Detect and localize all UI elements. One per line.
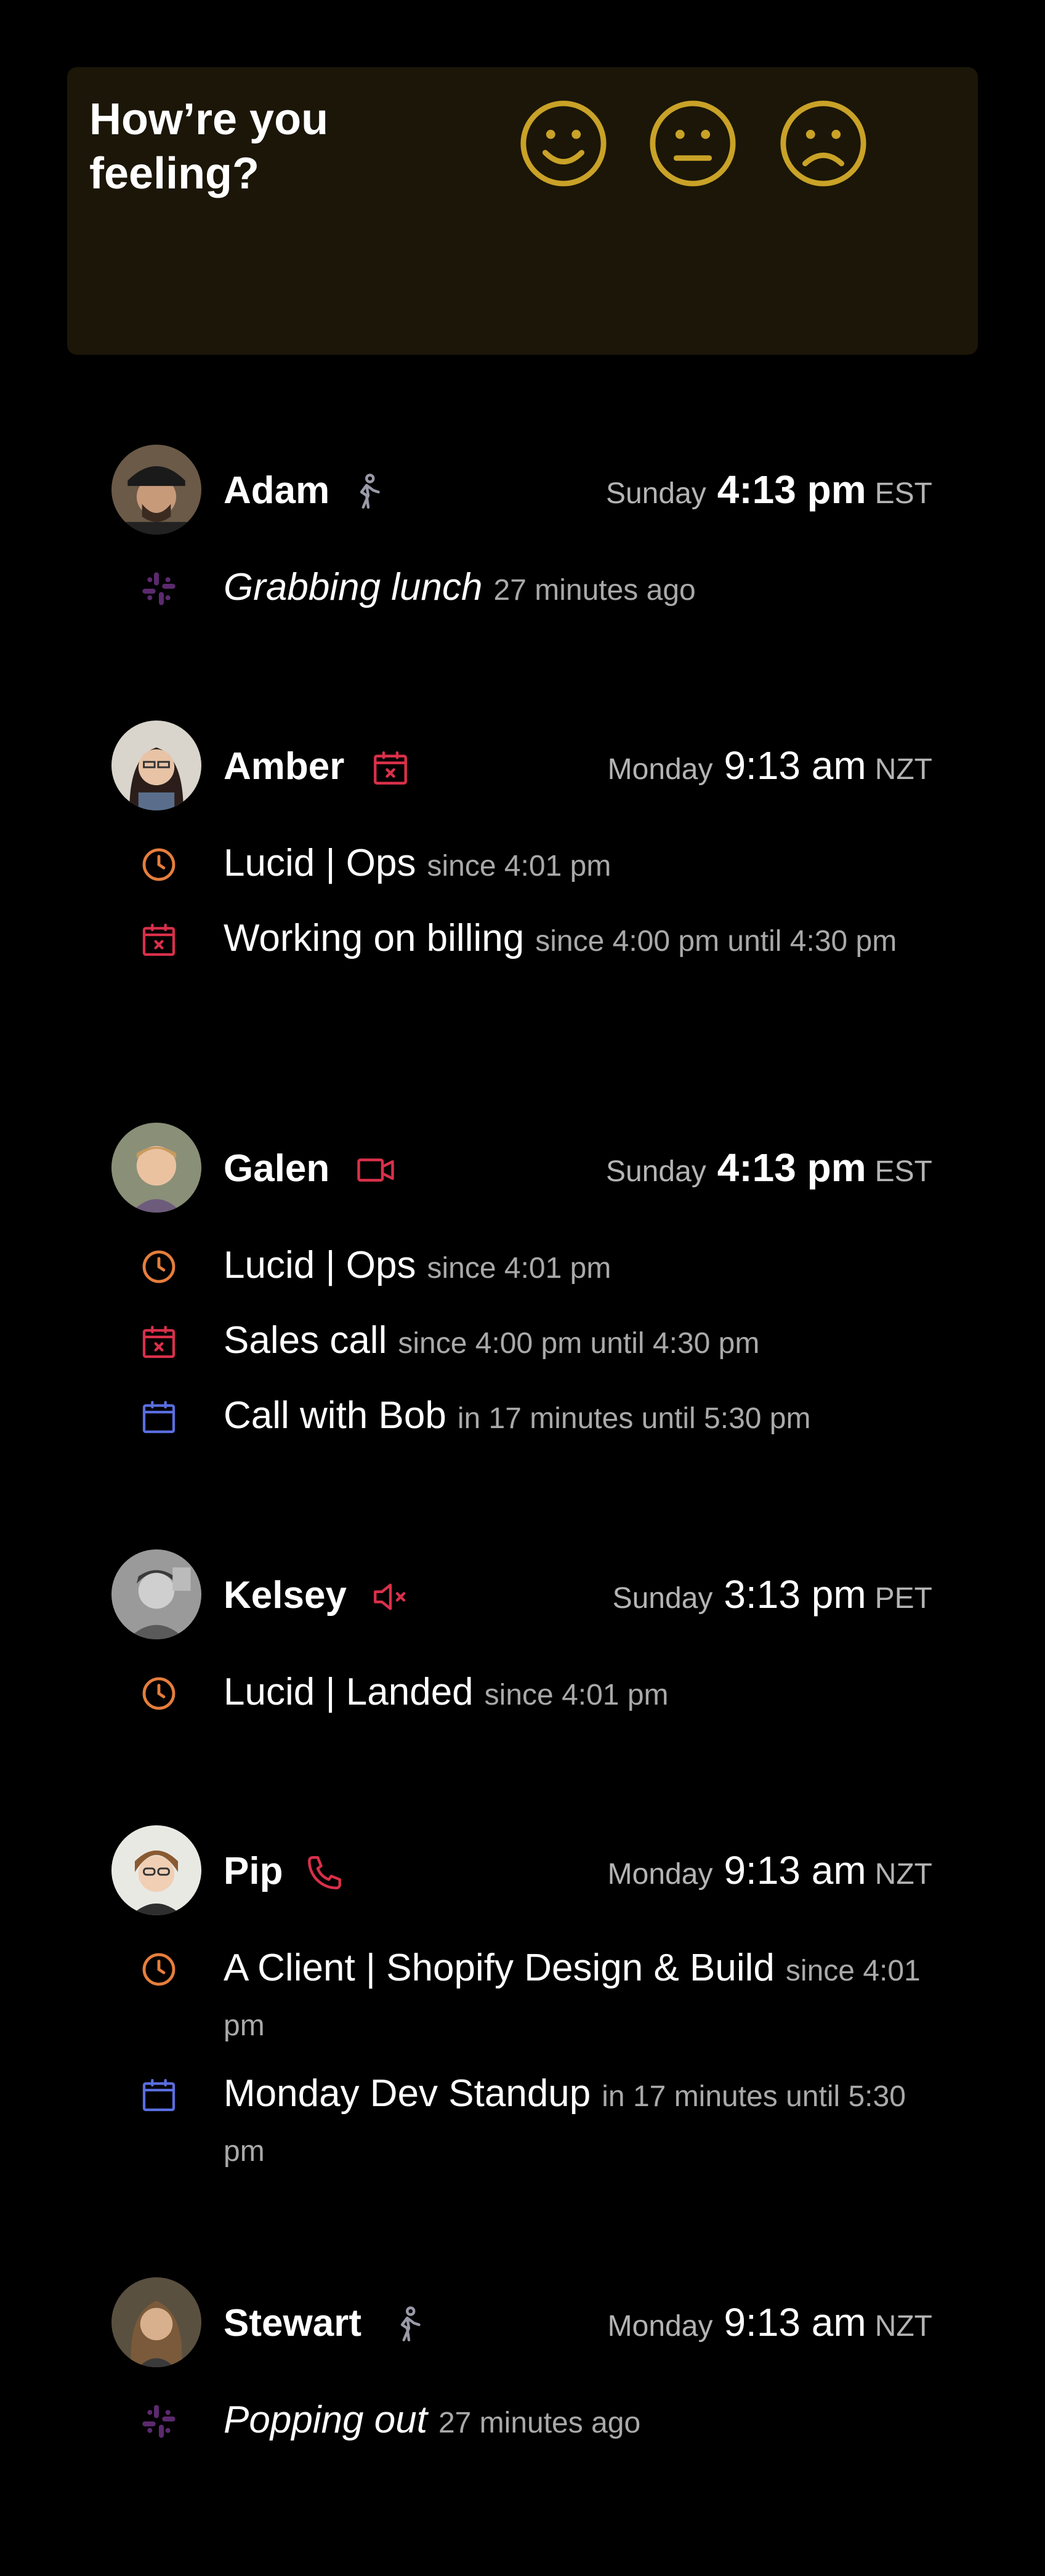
avatar (111, 1123, 201, 1213)
muted-speaker-icon (370, 1577, 411, 1617)
clock-icon (139, 845, 179, 884)
status-label: Call with Bob (224, 1394, 446, 1437)
status-text: A Client | Shopify Design & Build since 4… (224, 1942, 932, 2052)
local-day: Sunday (605, 477, 706, 510)
happy-face-icon (520, 100, 607, 187)
avatar (111, 1825, 201, 1915)
local-time: Monday 9:13 am NZT (608, 1847, 932, 1893)
status-label: Lucid | Ops (224, 1244, 416, 1286)
avatar (111, 1549, 201, 1639)
local-clock: 9:13 am (724, 1848, 866, 1892)
status-text: Lucid | Landed since 4:01 pm (224, 1666, 932, 1721)
avatar (111, 445, 201, 535)
person-name: Stewart (224, 2302, 361, 2344)
mood-title: How’re you feeling? (89, 95, 329, 198)
calendar-busy-icon (139, 920, 179, 959)
timezone: PET (874, 1582, 932, 1615)
clock-icon (139, 1674, 179, 1713)
who-is-around-panel: How’re you feeling? Adam Sunday 4:13 pm … (0, 0, 1045, 2576)
status-label: Popping out (224, 2399, 427, 2441)
status-text: Sales call since 4:00 pm until 4:30 pm (224, 1315, 932, 1370)
status-text: Grabbing lunch 27 minutes ago (224, 562, 932, 616)
clock-icon (139, 1950, 179, 1989)
calendar-busy-icon (370, 748, 411, 788)
local-day: Sunday (605, 1155, 706, 1188)
person-name: Pip (224, 1850, 283, 1892)
status-meta: 27 minutes ago (438, 2407, 641, 2439)
status-meta: since 4:00 pm until 4:30 pm (535, 925, 897, 958)
local-day: Monday (607, 1858, 713, 1891)
status-meta: since 4:01 pm (427, 1252, 611, 1285)
status-text: Popping out 27 minutes ago (224, 2394, 932, 2449)
avatar (111, 721, 201, 810)
person-header: Adam Sunday 4:13 pm EST (0, 445, 1045, 536)
person-header: Pip Monday 9:13 am NZT (0, 1825, 1045, 1916)
timezone: NZT (874, 753, 932, 786)
status-text: Lucid | Ops since 4:01 pm (224, 1240, 932, 1294)
status-text: Working on billing since 4:00 pm until 4:… (224, 913, 932, 967)
status-label: Monday Dev Standup (224, 2072, 591, 2115)
walking-person-icon (348, 472, 389, 512)
local-clock: 9:13 am (724, 2300, 866, 2344)
status-label: Lucid | Landed (224, 1671, 474, 1713)
happy-face-button[interactable] (518, 98, 609, 189)
local-time: Sunday 4:13 pm EST (606, 467, 932, 512)
local-day: Monday (607, 753, 713, 786)
status-text: Call with Bob in 17 minutes until 5:30 pm (224, 1390, 932, 1445)
local-time: Sunday 3:13 pm PET (613, 1572, 932, 1617)
person-header: Stewart Monday 9:13 am NZT (0, 2277, 1045, 2368)
status-meta: since 4:01 pm (484, 1679, 669, 1711)
status-text: Lucid | Ops since 4:01 pm (224, 838, 932, 892)
local-clock: 4:13 pm (717, 467, 866, 512)
timezone: NZT (874, 1858, 932, 1891)
clock-icon (139, 1247, 179, 1286)
calendar-icon (139, 1397, 179, 1437)
status-label: Working on billing (224, 917, 525, 959)
status-meta: in 17 minutes until 5:30 pm (457, 1402, 811, 1435)
local-clock: 9:13 am (724, 743, 866, 788)
timezone: EST (874, 1155, 932, 1188)
video-camera-icon (355, 1150, 396, 1190)
avatar (111, 2277, 201, 2367)
local-clock: 3:13 pm (724, 1572, 866, 1617)
timezone: EST (874, 477, 932, 510)
walking-person-icon (389, 2304, 429, 2345)
local-time: Sunday 4:13 pm EST (606, 1145, 932, 1190)
slack-icon (139, 2402, 179, 2441)
sad-face-button[interactable] (778, 98, 869, 189)
person-name: Adam (224, 469, 330, 512)
local-time: Monday 9:13 am NZT (608, 743, 932, 788)
status-label: Sales call (224, 1319, 387, 1362)
phone-icon (304, 1852, 345, 1893)
status-text: Monday Dev Standup in 17 minutes until 5:… (224, 2068, 932, 2178)
person-header: Kelsey Sunday 3:13 pm PET (0, 1549, 1045, 1641)
person-name: Amber (224, 745, 345, 788)
status-label: A Client | Shopify Design & Build (224, 1947, 775, 1989)
neutral-face-icon (650, 100, 736, 187)
status-label: Lucid | Ops (224, 842, 416, 884)
calendar-busy-icon (139, 1322, 179, 1362)
neutral-face-button[interactable] (647, 98, 738, 189)
person-header: Amber Monday 9:13 am NZT (0, 721, 1045, 812)
status-meta: since 4:00 pm until 4:30 pm (398, 1327, 760, 1360)
status-meta: since 4:01 pm (427, 850, 611, 882)
person-name: Galen (224, 1147, 330, 1190)
slack-icon (139, 569, 179, 608)
person-header: Galen Sunday 4:13 pm EST (0, 1123, 1045, 1214)
timezone: NZT (874, 2310, 932, 2343)
sad-face-icon (780, 100, 866, 187)
status-meta: 27 minutes ago (493, 574, 696, 607)
person-name: Kelsey (224, 1574, 347, 1617)
local-clock: 4:13 pm (717, 1145, 866, 1190)
status-label: Grabbing lunch (224, 566, 483, 608)
local-day: Monday (607, 2310, 713, 2343)
local-day: Sunday (612, 1582, 713, 1615)
local-time: Monday 9:13 am NZT (608, 2299, 932, 2345)
calendar-icon (139, 2075, 179, 2115)
